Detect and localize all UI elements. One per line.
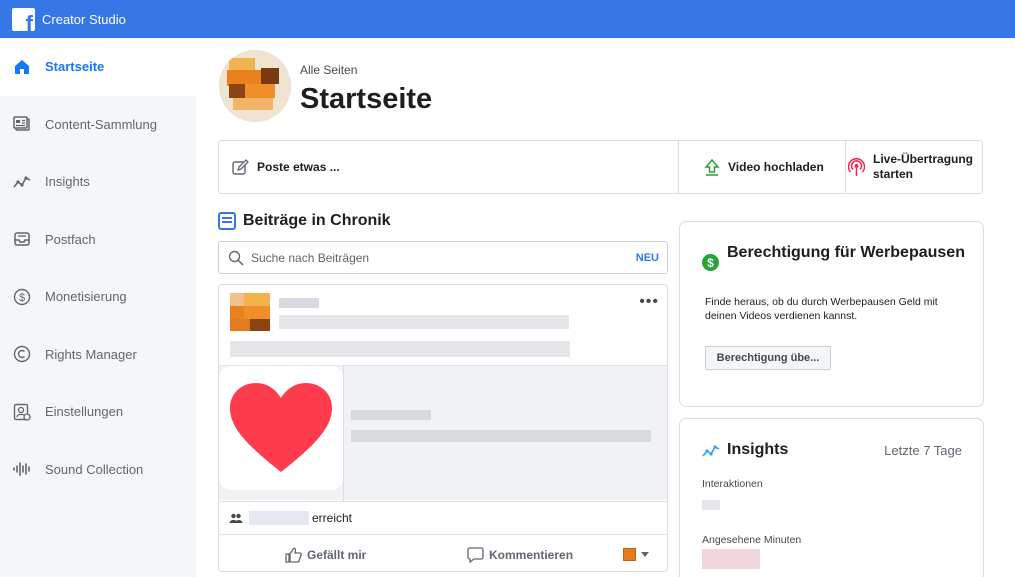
metric-value-interactions — [702, 500, 720, 510]
copyright-icon — [12, 344, 32, 364]
svg-text:$: $ — [19, 292, 25, 304]
sidebar-item-label: Einstellungen — [45, 404, 124, 420]
search-icon — [228, 250, 244, 266]
sound-wave-icon — [12, 459, 32, 479]
media-divider — [343, 366, 344, 501]
sidebar-item-content-sammlung[interactable]: Content-Sammlung — [0, 96, 196, 154]
insights-date-range[interactable]: Letzte 7 Tage — [884, 443, 962, 458]
post-author-avatar[interactable] — [230, 293, 270, 331]
insights-icon — [12, 172, 32, 192]
dollar-icon: $ — [12, 287, 32, 307]
page-avatar-icon — [623, 548, 636, 561]
main-content: Alle Seiten Startseite Poste etwas ... V… — [196, 38, 1015, 577]
sidebar-item-rights-manager[interactable]: Rights Manager — [0, 326, 196, 384]
sidebar-item-label: Insights — [45, 174, 90, 190]
heart-icon — [219, 366, 343, 490]
sidebar-item-label: Startseite — [45, 59, 105, 75]
comment-icon — [467, 547, 484, 563]
app-title: Creator Studio — [42, 11, 126, 27]
metric-label-interactions: Interaktionen — [702, 478, 763, 490]
post-actions-bar: Gefällt mir Kommentieren — [219, 537, 667, 571]
link-title — [351, 410, 431, 420]
reach-label: erreicht — [312, 511, 353, 525]
breadcrumb[interactable]: Alle Seiten — [300, 63, 357, 77]
post-search-box[interactable]: NEU — [218, 241, 668, 274]
insights-icon — [702, 445, 720, 457]
timeline-post-card: ••• erreicht Gefällt mir Kommentieren — [218, 284, 668, 572]
metric-value-minutes-viewed — [702, 549, 760, 569]
sidebar-item-postfach[interactable]: Postfach — [0, 211, 196, 269]
insights-card: Insights Letzte 7 Tage Interaktionen Ang… — [679, 418, 984, 577]
post-author-name[interactable] — [279, 298, 319, 308]
inbox-icon — [12, 229, 32, 249]
sidebar-item-einstellungen[interactable]: Einstellungen — [0, 383, 196, 441]
timeline-posts-heading: Beiträge in Chronik — [218, 212, 391, 230]
upload-video-label: Video hochladen — [728, 160, 824, 174]
create-post-label: Poste etwas ... — [257, 160, 340, 174]
people-icon — [229, 513, 243, 523]
sidebar-item-label: Content-Sammlung — [45, 116, 157, 132]
sidebar-item-label: Postfach — [45, 231, 96, 247]
composer-action-bar: Poste etwas ... Video hochladen Live-Übe… — [218, 140, 983, 194]
reach-count — [249, 511, 309, 525]
post-media-attachment[interactable] — [219, 365, 667, 501]
upload-icon — [704, 158, 720, 176]
chevron-down-icon — [641, 552, 649, 557]
settings-icon — [12, 402, 32, 422]
new-badge: NEU — [635, 251, 659, 264]
news-feed-icon — [218, 212, 236, 230]
sidebar-item-label: Monetisierung — [45, 289, 127, 305]
sidebar-item-sound-collection[interactable]: Sound Collection — [0, 441, 196, 499]
post-text — [230, 341, 570, 357]
insights-title: Insights — [727, 441, 789, 458]
upload-video-button[interactable]: Video hochladen — [679, 141, 846, 193]
facebook-logo-icon[interactable]: f — [12, 7, 35, 31]
post-reach-row: erreicht — [219, 501, 667, 535]
sidebar-item-monetisierung[interactable]: $ Monetisierung — [0, 268, 196, 326]
sidebar-item-label: Rights Manager — [45, 346, 137, 362]
ad-breaks-description: Finde heraus, ob du durch Werbepausen Ge… — [705, 296, 938, 322]
dollar-icon: $ — [702, 254, 719, 271]
page-title: Startseite — [300, 83, 433, 115]
sidebar: Startseite Content-Sammlung Insights Pos… — [0, 38, 196, 577]
edit-icon — [232, 158, 249, 175]
link-description — [351, 430, 651, 442]
metric-label-minutes-viewed: Angesehene Minuten — [702, 534, 802, 546]
sidebar-item-label: Sound Collection — [45, 461, 144, 477]
check-eligibility-button[interactable]: Berechtigung übe... — [705, 346, 831, 370]
post-meta — [279, 315, 569, 329]
like-button[interactable]: Gefällt mir — [285, 547, 366, 563]
sidebar-item-startseite[interactable]: Startseite — [0, 38, 196, 96]
top-bar: f Creator Studio — [0, 0, 1015, 38]
ad-breaks-title: Berechtigung für Werbepausen — [727, 244, 965, 261]
avatar[interactable] — [219, 50, 291, 122]
thumbs-up-icon — [285, 547, 302, 563]
create-post-button[interactable]: Poste etwas ... — [219, 141, 679, 193]
go-live-label: Live-Übertragung starten — [873, 152, 974, 181]
home-icon — [12, 57, 32, 77]
go-live-button[interactable]: Live-Übertragung starten — [846, 141, 982, 193]
comment-button[interactable]: Kommentieren — [467, 547, 573, 563]
sidebar-item-insights[interactable]: Insights — [0, 153, 196, 211]
post-as-page-selector[interactable] — [623, 548, 649, 561]
post-more-options-button[interactable]: ••• — [639, 293, 659, 311]
content-library-icon — [12, 114, 32, 134]
live-broadcast-icon — [848, 157, 865, 176]
search-input[interactable] — [251, 250, 636, 265]
ad-breaks-eligibility-card: $ Berechtigung für Werbepausen Finde her… — [679, 221, 984, 407]
